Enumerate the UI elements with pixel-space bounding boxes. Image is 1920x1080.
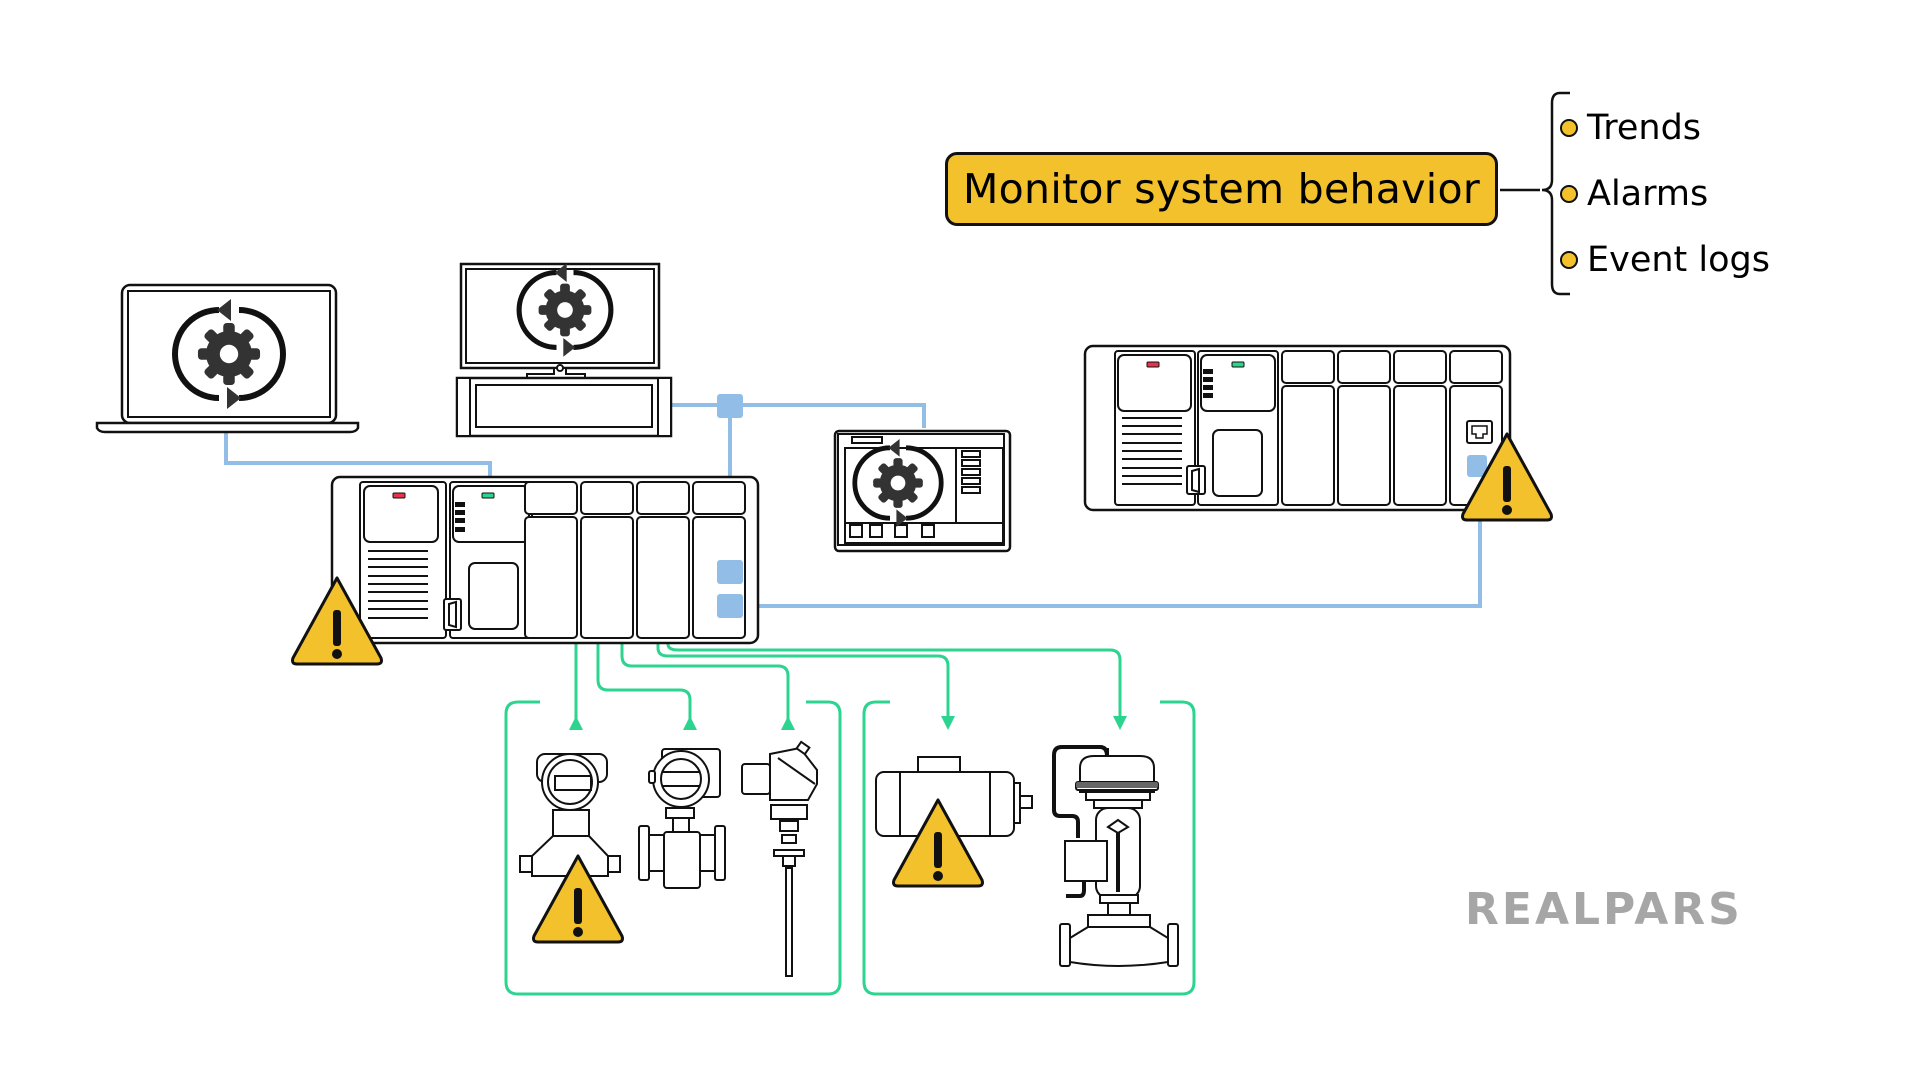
list-item-alarms: Alarms [1560,174,1708,214]
list-item-label: Trends [1587,108,1702,148]
bullet-icon [1560,251,1578,269]
pressure-transmitter[interactable] [519,753,624,944]
flow-meter[interactable] [638,748,726,889]
title-box: Monitor system behavior [945,152,1498,226]
control-valve[interactable] [1052,745,1179,967]
laptop[interactable] [95,283,360,434]
list-item-event-logs: Event logs [1560,240,1770,280]
plc-remote[interactable] [1083,344,1553,522]
title-text: Monitor system behavior [963,165,1480,213]
list-item-label: Alarms [1587,174,1709,214]
hmi-panel[interactable] [833,429,1012,553]
bullet-icon [1560,185,1578,203]
workstation[interactable] [455,263,673,438]
list-item-trends: Trends [1560,108,1701,148]
plc-main[interactable] [291,475,760,666]
bullet-icon [1560,119,1578,137]
motor[interactable] [875,756,1033,888]
list-item-label: Event logs [1587,240,1770,280]
realpars-logo: REALPARS [1465,884,1743,935]
temperature-sensor[interactable] [741,740,818,977]
